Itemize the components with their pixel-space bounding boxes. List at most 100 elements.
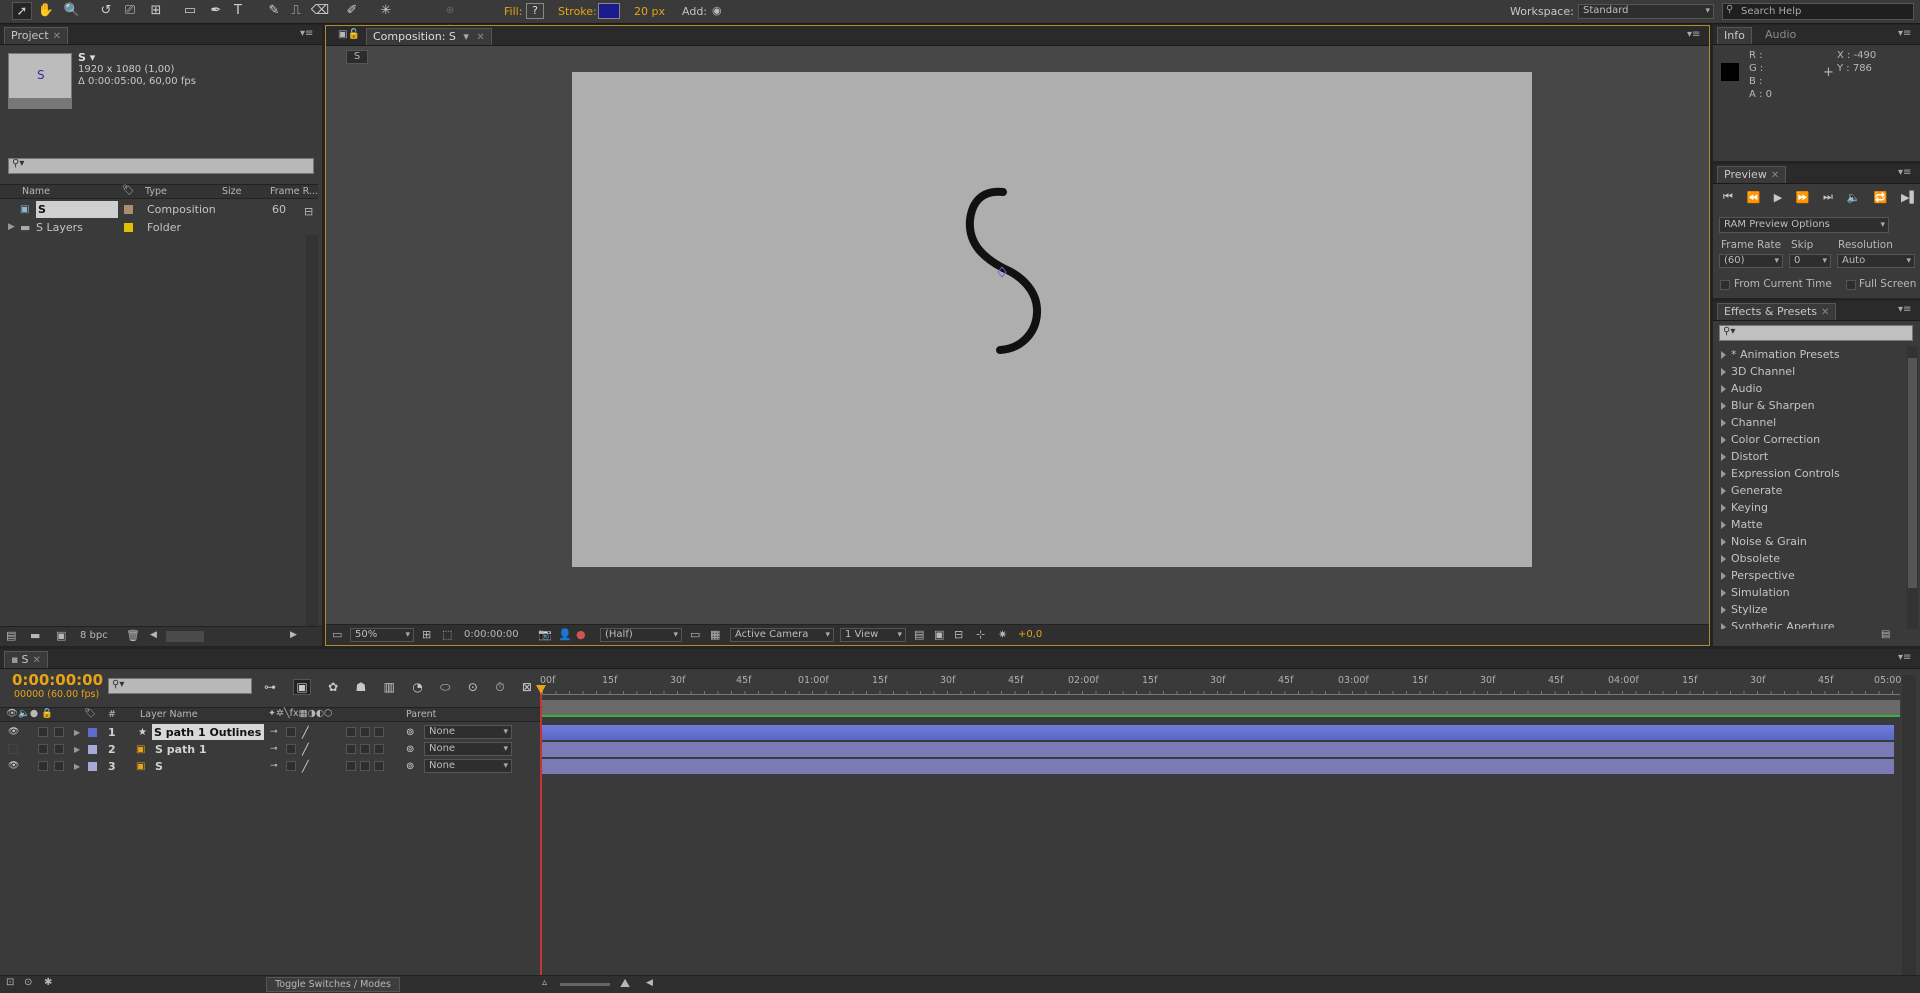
resolution-select[interactable]: (Half) <box>600 628 682 642</box>
effect-switch[interactable] <box>346 761 356 771</box>
expand-triangle-icon[interactable]: ▶ <box>74 758 80 775</box>
effects-scrollbar[interactable] <box>1907 346 1918 629</box>
pickwhip-icon[interactable]: ⊚ <box>406 724 414 741</box>
close-icon[interactable]: ✕ <box>53 31 61 42</box>
layer-row-1[interactable]: 👁 ▶ 1 ★ S path 1 Outlines ⊸ ╱ ⊚ None <box>0 724 540 741</box>
solo-checkbox[interactable] <box>38 761 48 771</box>
fill-swatch[interactable]: ? <box>526 3 544 19</box>
shy-switch-icon[interactable]: ⊸ <box>270 741 278 758</box>
stroke-width-value[interactable]: 20 px <box>634 5 665 18</box>
3d-switch[interactable] <box>374 744 384 754</box>
current-time-indicator[interactable] <box>540 687 542 977</box>
eraser-tool-icon[interactable]: ⌫ <box>310 2 330 20</box>
quality-switch-icon[interactable]: ╱ <box>302 724 309 741</box>
scroll-right-icon[interactable]: ▶ <box>290 630 297 640</box>
zoom-slider[interactable] <box>560 983 610 986</box>
project-search-input[interactable] <box>8 158 314 174</box>
3d-switch[interactable] <box>374 761 384 771</box>
hand-tool-icon[interactable]: ✋ <box>36 2 56 20</box>
layer-label-color[interactable] <box>88 762 97 771</box>
visibility-eye-icon[interactable]: 👁 <box>8 724 19 741</box>
region-of-interest-icon[interactable]: ▭ <box>690 628 700 641</box>
camera-select[interactable]: Active Camera <box>730 628 834 642</box>
layer-bar-3[interactable] <box>542 759 1894 774</box>
lock-icon[interactable]: ▣🔓 <box>338 29 360 40</box>
loop-icon[interactable]: 🔁 <box>1874 191 1888 204</box>
show-snapshot-icon[interactable]: 👤 <box>558 628 572 641</box>
timeline-search-input[interactable] <box>108 678 252 694</box>
layer-row-3[interactable]: 👁 ▶ 3 ▣ S ⊸ ╱ ⊚ None <box>0 758 540 775</box>
visibility-eye-icon[interactable]: 👁 <box>8 758 19 775</box>
frame-rate-select[interactable]: (60) <box>1719 254 1783 268</box>
timeline-right-scroll[interactable] <box>1902 675 1916 975</box>
render-icon[interactable]: ⊠ <box>522 680 532 694</box>
parent-select[interactable]: None <box>424 742 512 756</box>
effects-item-keying[interactable]: Keying <box>1713 499 1905 516</box>
new-folder-icon[interactable]: ▬ <box>30 629 40 642</box>
time-ruler[interactable]: 00f 15f 30f 45f 01:00f 15f 30f 45f 02:00… <box>540 675 1901 695</box>
effects-item-audio[interactable]: Audio <box>1713 380 1905 397</box>
comp-mini-flowchart-icon[interactable]: ⊶ <box>264 680 276 694</box>
snapshot-icon[interactable]: 📷 <box>538 628 552 641</box>
collapse-switch[interactable] <box>286 744 296 754</box>
effects-search-input[interactable] <box>1719 325 1913 341</box>
in-out-pane-icon[interactable]: ✱ <box>44 977 52 988</box>
layer-label-color[interactable] <box>88 745 97 754</box>
project-item-s[interactable]: ▣ S Composition 60 <box>0 201 305 218</box>
effect-switch[interactable] <box>346 744 356 754</box>
effects-item-noise-grain[interactable]: Noise & Grain <box>1713 533 1905 550</box>
rotate-tool-icon[interactable]: ↺ <box>96 2 116 20</box>
effects-item-channel[interactable]: Channel <box>1713 414 1905 431</box>
search-help-input[interactable]: Search Help <box>1722 3 1914 20</box>
layer-bar-1[interactable] <box>542 725 1894 740</box>
transfer-controls-pane-icon[interactable]: ⊙ <box>24 977 32 988</box>
col-layer-name[interactable]: Layer Name <box>140 709 198 720</box>
previous-frame-icon[interactable]: ⏪ <box>1746 191 1760 204</box>
exposure-icon[interactable]: ✷ <box>998 628 1007 641</box>
col-fps[interactable]: Frame R... <box>270 186 318 197</box>
motion-blur-switch[interactable] <box>360 744 370 754</box>
toggle-switches-modes-button[interactable]: Toggle Switches / Modes <box>266 977 400 992</box>
tab-preview[interactable]: Preview ✕ <box>1717 166 1787 183</box>
skip-select[interactable]: 0 <box>1789 254 1831 268</box>
hide-shy-layers-icon[interactable]: ☗ <box>355 680 366 694</box>
layer-name[interactable]: S path 1 <box>155 741 207 758</box>
workspace-select[interactable]: Standard <box>1578 4 1714 19</box>
effects-item-3d-channel[interactable]: 3D Channel <box>1713 363 1905 380</box>
solo-checkbox[interactable] <box>38 727 48 737</box>
lock-checkbox[interactable] <box>54 744 64 754</box>
live-update-icon[interactable]: ▣ <box>293 679 311 695</box>
effects-item-obsolete[interactable]: Obsolete <box>1713 550 1905 567</box>
effects-item-expression-controls[interactable]: Expression Controls <box>1713 465 1905 482</box>
visibility-checkbox[interactable] <box>8 744 18 754</box>
rectangle-tool-icon[interactable]: ▭ <box>180 2 200 20</box>
effects-item-animation-presets[interactable]: * Animation Presets <box>1713 346 1905 363</box>
trash-icon[interactable]: 🗑 <box>126 629 140 642</box>
next-frame-icon[interactable]: ⏩ <box>1796 191 1810 204</box>
quality-switch-icon[interactable]: ╱ <box>302 758 309 775</box>
new-bin-icon[interactable]: ▤ <box>1881 629 1890 640</box>
exposure-value[interactable]: +0,0 <box>1018 629 1042 640</box>
effects-item-color-correction[interactable]: Color Correction <box>1713 431 1905 448</box>
flowchart-icon[interactable]: ⊹ <box>976 628 985 641</box>
zoom-out-icon[interactable]: ▵ <box>542 977 547 988</box>
effects-item-distort[interactable]: Distort <box>1713 448 1905 465</box>
panel-menu-icon[interactable]: ▾≡ <box>1898 29 1912 39</box>
panel-menu-icon[interactable]: ▾≡ <box>1898 653 1912 663</box>
layer-row-2[interactable]: ▶ 2 ▣ S path 1 ⊸ ╱ ⊚ None <box>0 741 540 758</box>
puppet-pin-tool-icon[interactable]: ✳ <box>376 2 396 20</box>
lock-checkbox[interactable] <box>54 727 64 737</box>
toggle-pixel-aspect-icon[interactable]: ▤ <box>914 628 924 641</box>
brainstorm-icon[interactable]: ⬭ <box>440 680 450 695</box>
bpc-label[interactable]: 8 bpc <box>80 630 108 641</box>
project-scrollbar[interactable] <box>306 235 318 635</box>
chevron-down-icon[interactable]: ▾ <box>463 30 469 43</box>
expand-triangle-icon[interactable]: ▶ <box>8 219 15 236</box>
parent-select[interactable]: None <box>424 759 512 773</box>
quality-switch-icon[interactable]: ╱ <box>302 741 309 758</box>
motion-blur-switch[interactable] <box>360 727 370 737</box>
new-composition-icon[interactable]: ▣ <box>56 629 66 642</box>
close-icon[interactable]: ✕ <box>1771 170 1779 181</box>
effects-item-synthetic-aperture[interactable]: Synthetic Aperture <box>1713 618 1905 629</box>
layer-name[interactable]: S <box>155 758 163 775</box>
